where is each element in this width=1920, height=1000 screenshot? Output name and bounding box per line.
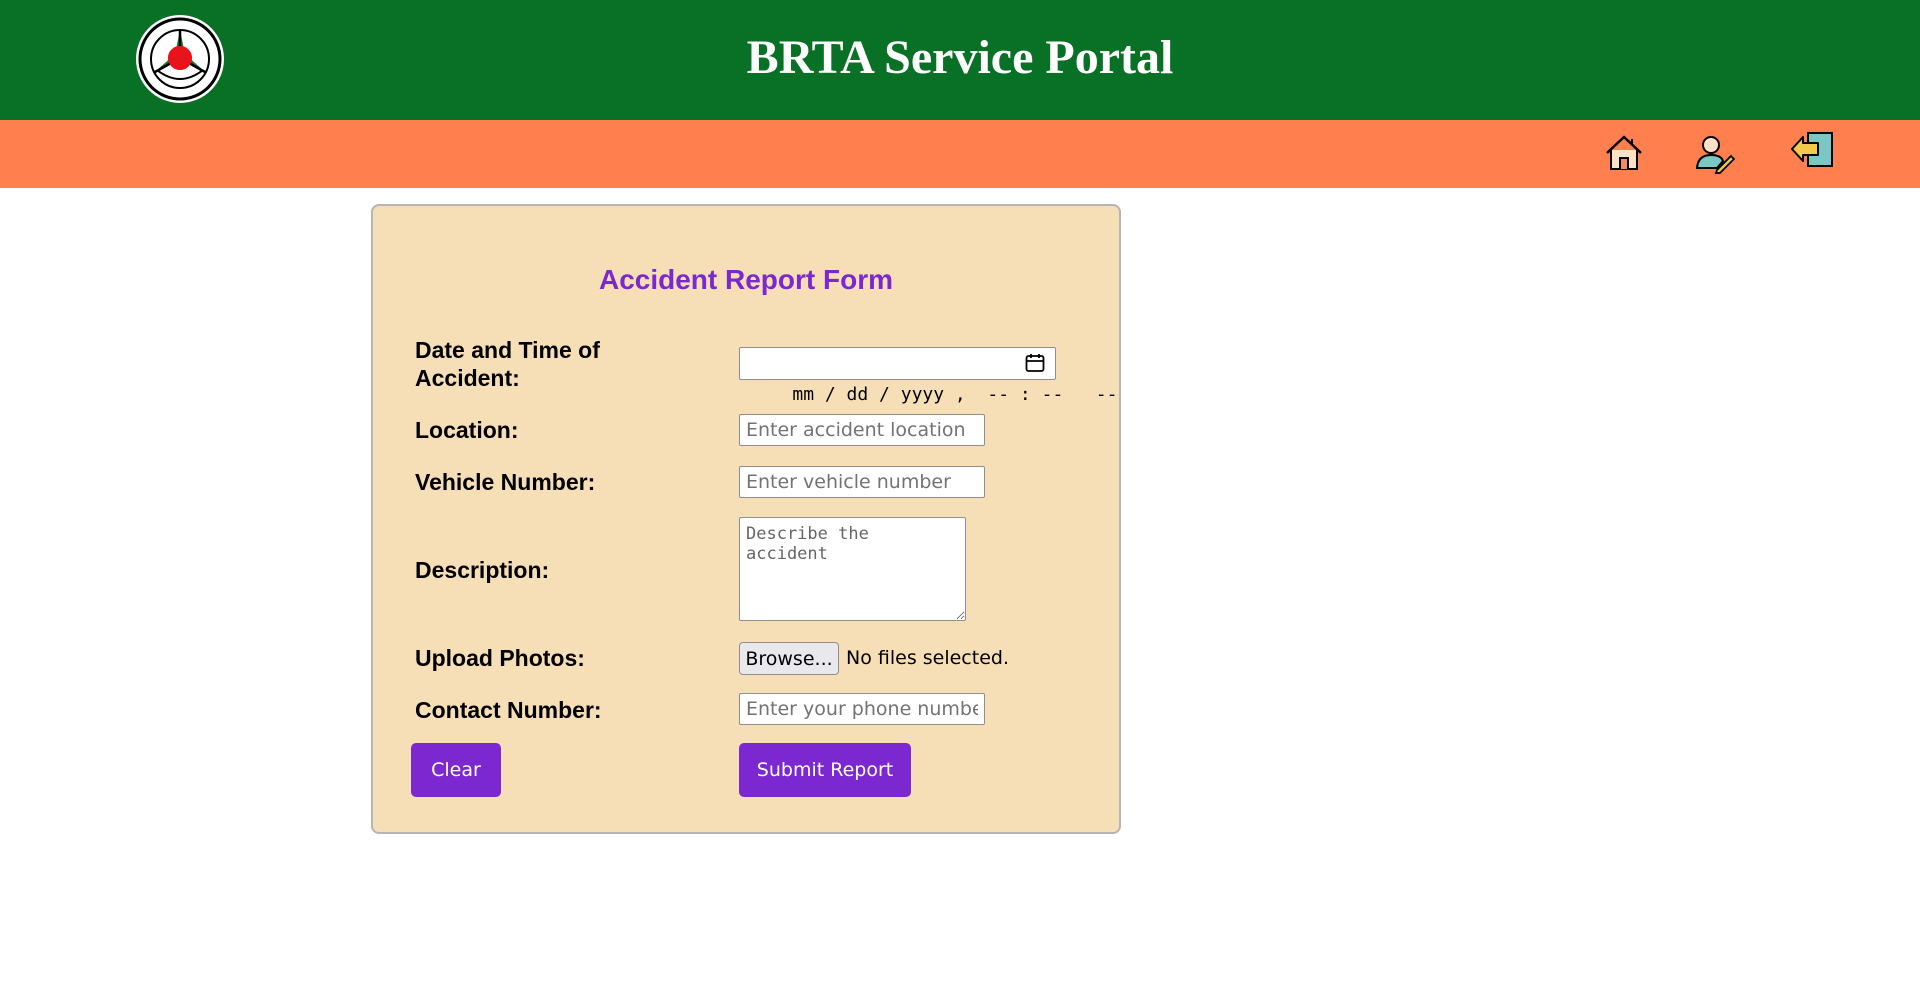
calendar-icon[interactable] — [1025, 353, 1045, 373]
accident-report-form: Accident Report Form Date and Time of Ac… — [371, 204, 1121, 834]
location-input[interactable] — [739, 414, 985, 446]
portal-title: BRTA Service Portal — [746, 31, 1174, 84]
profile-edit-icon[interactable] — [1695, 134, 1735, 174]
description-label: Description: — [415, 557, 550, 583]
upload-photos-label: Upload Photos: — [415, 645, 585, 671]
contact-number-label: Contact Number: — [415, 697, 602, 723]
datetime-value: mm / dd / yyyy , -- : -- -- — [792, 384, 1118, 405]
contact-number-input[interactable] — [739, 693, 985, 725]
description-textarea[interactable] — [739, 517, 966, 621]
location-label: Location: — [415, 417, 519, 443]
browse-button[interactable]: Browse... — [739, 642, 839, 675]
top-header: BRTA Service Portal — [0, 0, 1920, 120]
submit-report-button[interactable]: Submit Report — [739, 743, 911, 797]
form-title: Accident Report Form — [598, 264, 894, 295]
vehicle-number-label: Vehicle Number: — [415, 469, 596, 495]
home-icon[interactable] — [1604, 134, 1644, 172]
datetime-label: Date and Time of Accident: — [415, 336, 600, 392]
datetime-label-line1: Date and Time of — [415, 337, 600, 363]
vehicle-number-input[interactable] — [739, 466, 985, 498]
clear-button[interactable]: Clear — [411, 743, 501, 797]
nav-bar — [0, 120, 1920, 188]
datetime-input[interactable]: mm / dd / yyyy , -- : -- -- — [739, 347, 1117, 405]
logout-icon[interactable] — [1790, 130, 1838, 170]
datetime-label-line2: Accident: — [415, 365, 520, 391]
file-status: No files selected. — [846, 647, 1009, 669]
